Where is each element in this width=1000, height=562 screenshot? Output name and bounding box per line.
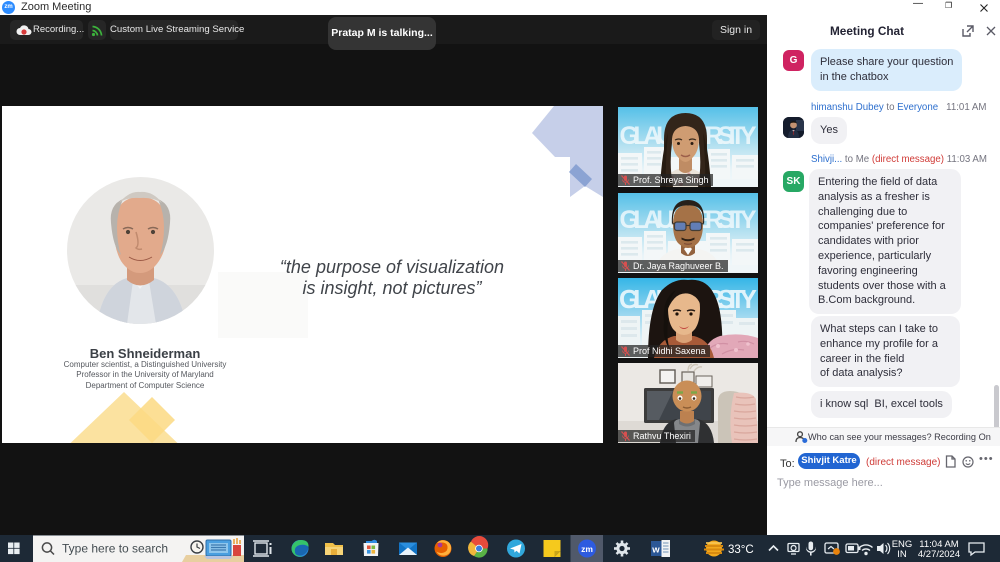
svg-text:Type here to search: Type here to search bbox=[62, 542, 168, 556]
svg-text:zm: zm bbox=[581, 544, 593, 554]
svg-text:4/27/2024: 4/27/2024 bbox=[918, 549, 960, 560]
svg-text:33°C: 33°C bbox=[728, 544, 754, 556]
svg-text:w: w bbox=[651, 545, 660, 556]
svg-text:IN: IN bbox=[897, 549, 907, 560]
